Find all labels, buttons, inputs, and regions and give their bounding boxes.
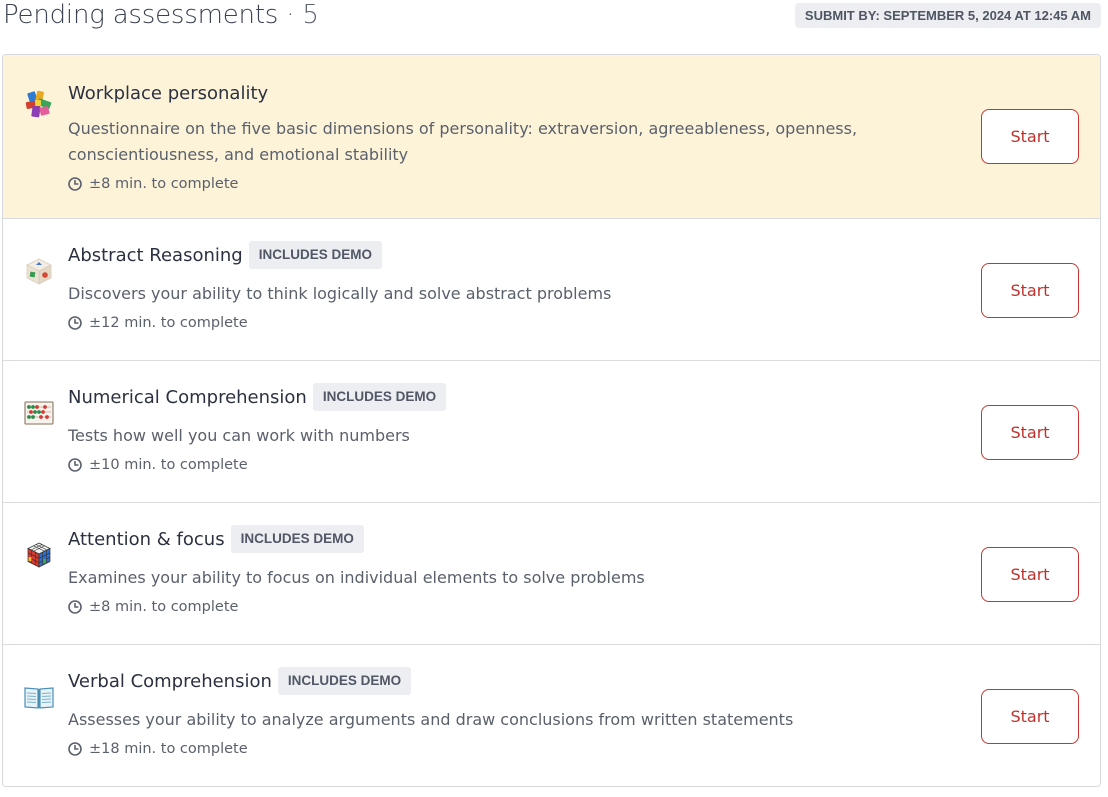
duration-row: ±8 min. to complete bbox=[68, 176, 970, 192]
start-button-verbal-comprehension[interactable]: Start bbox=[981, 689, 1079, 744]
duration-text: ±18 min. to complete bbox=[89, 741, 248, 757]
assessment-title: Numerical Comprehension bbox=[68, 386, 307, 408]
assessment-content: Abstract Reasoning INCLUDES DEMO Discove… bbox=[68, 241, 970, 331]
title-row: Numerical Comprehension INCLUDES DEMO bbox=[68, 383, 970, 411]
assessment-title: Workplace personality bbox=[68, 82, 269, 104]
title-separator: · bbox=[286, 0, 295, 30]
includes-demo-badge: INCLUDES DEMO bbox=[230, 525, 364, 553]
assessment-list: Workplace personality Questionnaire on t… bbox=[2, 54, 1101, 787]
open-book-icon bbox=[23, 681, 55, 713]
page-header: Pending assessments · 5 SUBMIT BY: SEPTE… bbox=[0, 0, 1108, 46]
includes-demo-badge: INCLUDES DEMO bbox=[248, 241, 382, 269]
title-row: Workplace personality bbox=[68, 79, 970, 107]
duration-row: ±10 min. to complete bbox=[68, 457, 970, 473]
includes-demo-badge: INCLUDES DEMO bbox=[277, 667, 412, 695]
assessment-description: Discovers your ability to think logicall… bbox=[68, 284, 612, 303]
assessment-card-workplace-personality: Workplace personality Questionnaire on t… bbox=[3, 55, 1100, 218]
assessment-description: Assesses your ability to analyze argumen… bbox=[68, 710, 794, 729]
assessment-title: Verbal Comprehension bbox=[68, 670, 272, 692]
duration-text: ±10 min. to complete bbox=[89, 457, 248, 473]
start-button-attention-focus[interactable]: Start bbox=[981, 547, 1079, 602]
clock-icon bbox=[68, 458, 82, 472]
assessment-content: Numerical Comprehension INCLUDES DEMO Te… bbox=[68, 383, 970, 473]
duration-row: ±8 min. to complete bbox=[68, 599, 970, 615]
includes-demo-badge: INCLUDES DEMO bbox=[312, 383, 447, 411]
clock-icon bbox=[68, 316, 82, 330]
clock-icon bbox=[68, 600, 82, 614]
duration-row: ±18 min. to complete bbox=[68, 741, 970, 757]
title-row: Abstract Reasoning INCLUDES DEMO bbox=[68, 241, 970, 269]
page-title: Pending assessments · 5 bbox=[3, 0, 319, 30]
assessment-content: Verbal Comprehension INCLUDES DEMO Asses… bbox=[68, 667, 970, 757]
assessment-card-abstract-reasoning: Abstract Reasoning INCLUDES DEMO Discove… bbox=[3, 218, 1100, 360]
abacus-icon bbox=[23, 397, 55, 429]
assessment-title: Abstract Reasoning bbox=[68, 244, 243, 266]
assessment-title: Attention & focus bbox=[68, 528, 225, 550]
page-title-text: Pending assessments bbox=[3, 0, 279, 30]
duration-row: ±12 min. to complete bbox=[68, 315, 970, 331]
assessment-content: Attention & focus INCLUDES DEMO Examines… bbox=[68, 525, 970, 615]
assessment-card-verbal-comprehension: Verbal Comprehension INCLUDES DEMO Asses… bbox=[3, 644, 1100, 786]
assessment-content: Workplace personality Questionnaire on t… bbox=[68, 79, 970, 193]
assessment-description: Tests how well you can work with numbers bbox=[68, 426, 410, 445]
clock-icon bbox=[68, 742, 82, 756]
duration-text: ±12 min. to complete bbox=[89, 315, 248, 331]
assessment-card-attention-focus: Attention & focus INCLUDES DEMO Examines… bbox=[3, 502, 1100, 644]
deadline-badge: SUBMIT BY: SEPTEMBER 5, 2024 AT 12:45 AM bbox=[794, 3, 1101, 28]
assessment-card-numerical-comprehension: Numerical Comprehension INCLUDES DEMO Te… bbox=[3, 360, 1100, 502]
rubiks-cube-icon bbox=[23, 539, 55, 571]
title-row: Verbal Comprehension INCLUDES DEMO bbox=[68, 667, 970, 695]
shape-cube-icon bbox=[23, 255, 55, 287]
start-button-numerical-comprehension[interactable]: Start bbox=[981, 405, 1079, 460]
assessment-description: Questionnaire on the five basic dimensio… bbox=[68, 119, 858, 164]
start-button-workplace-personality[interactable]: Start bbox=[981, 109, 1079, 164]
puzzle-blocks-icon bbox=[23, 88, 55, 120]
title-row: Attention & focus INCLUDES DEMO bbox=[68, 525, 970, 553]
assessment-description: Examines your ability to focus on indivi… bbox=[68, 568, 645, 587]
duration-text: ±8 min. to complete bbox=[89, 176, 239, 192]
start-button-abstract-reasoning[interactable]: Start bbox=[981, 263, 1079, 318]
duration-text: ±8 min. to complete bbox=[89, 599, 239, 615]
assessment-count: 5 bbox=[302, 0, 319, 30]
clock-icon bbox=[68, 177, 82, 191]
